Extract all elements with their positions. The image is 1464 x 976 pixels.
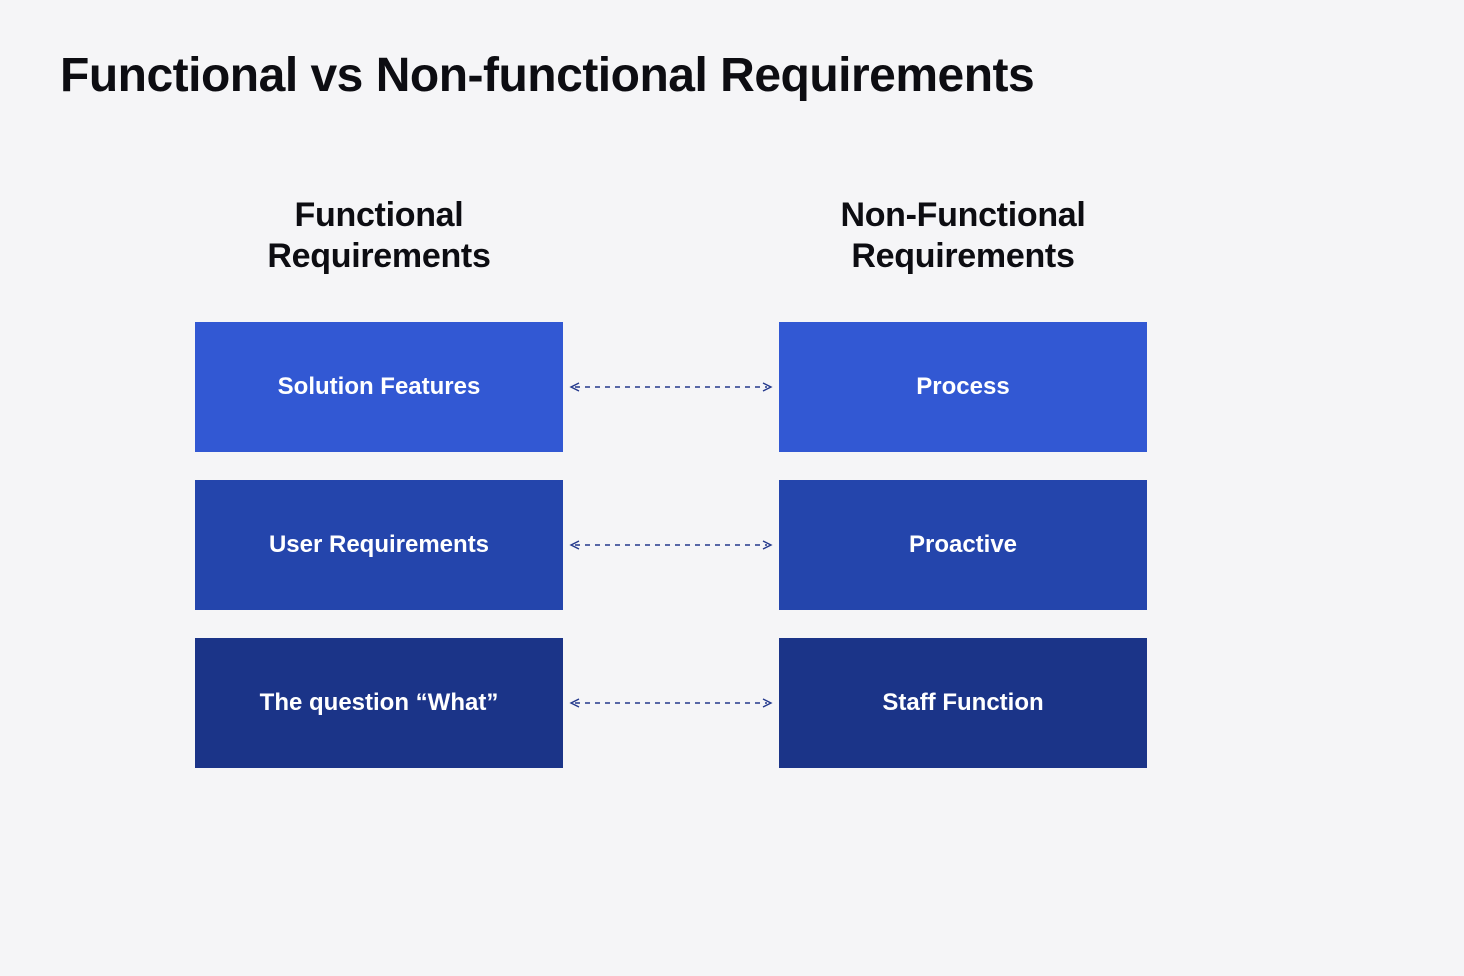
connector-arrow-icon <box>569 540 773 550</box>
left-box-2: User Requirements <box>195 480 563 610</box>
page-title: Functional vs Non-functional Requirement… <box>60 48 1034 103</box>
diagram-row: Solution Features Process <box>195 322 1147 452</box>
column-headers: Functional Requirements Non-Functional R… <box>195 195 1147 278</box>
left-box-3: The question “What” <box>195 638 563 768</box>
connector-arrow-icon <box>569 698 773 708</box>
requirements-diagram: Functional Requirements Non-Functional R… <box>195 195 1147 796</box>
right-box-2: Proactive <box>779 480 1147 610</box>
diagram-row: User Requirements Proactive <box>195 480 1147 610</box>
diagram-row: The question “What” Staff Function <box>195 638 1147 768</box>
right-box-3: Staff Function <box>779 638 1147 768</box>
left-column-header: Functional Requirements <box>195 195 563 278</box>
right-box-1: Process <box>779 322 1147 452</box>
connector-arrow-icon <box>569 382 773 392</box>
left-box-1: Solution Features <box>195 322 563 452</box>
right-column-header: Non-Functional Requirements <box>779 195 1147 278</box>
